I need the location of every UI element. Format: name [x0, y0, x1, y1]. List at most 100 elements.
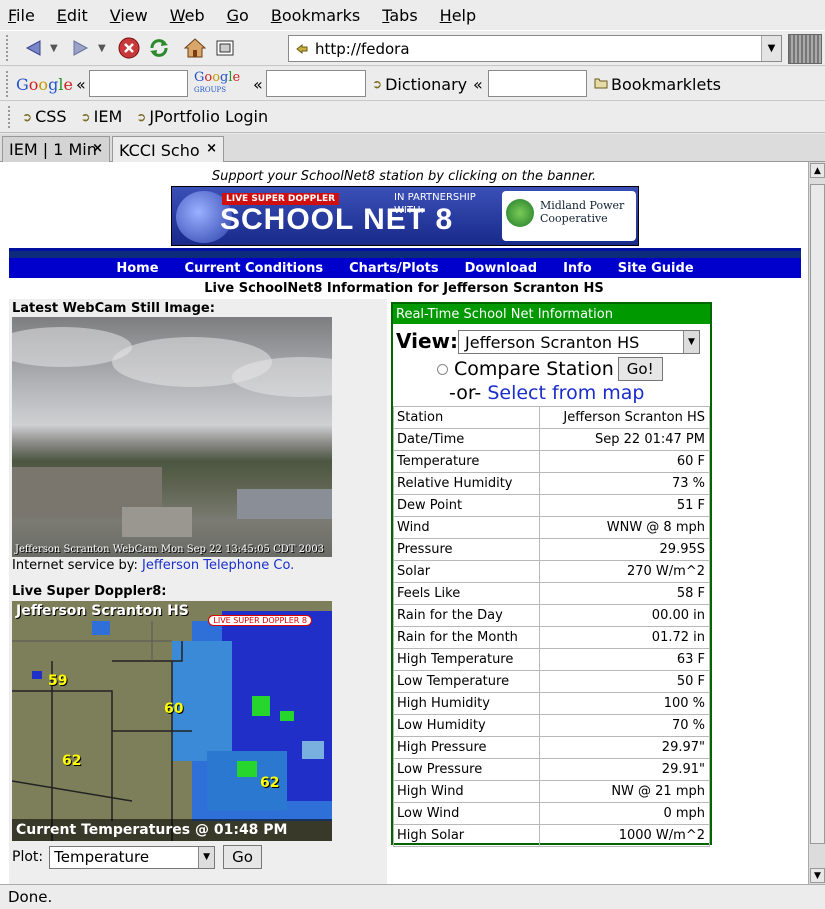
back-button[interactable]	[20, 35, 46, 61]
bookmark-jportfolio-login[interactable]: ➲ JPortfolio Login	[136, 107, 268, 126]
dictionary-input[interactable]	[488, 70, 587, 97]
radar-map-graphic	[12, 611, 332, 841]
observation-label: Dew Point	[393, 494, 540, 517]
menu-tabs[interactable]: Tabs	[382, 6, 417, 25]
toolbar-grip[interactable]	[8, 105, 14, 128]
observation-label: Wind	[393, 516, 540, 539]
observation-value: 60 F	[538, 450, 711, 473]
menu-web[interactable]: Web	[170, 6, 205, 25]
forward-arrow-icon	[73, 40, 89, 56]
observation-value: 50 F	[538, 670, 711, 693]
home-icon	[184, 38, 206, 58]
url-bar[interactable]: http://fedora ▼	[288, 35, 782, 62]
reload-button[interactable]	[146, 35, 172, 61]
nav-site-guide[interactable]: Site Guide	[618, 261, 694, 276]
compare-go-button[interactable]: Go!	[617, 357, 663, 381]
banner-partnership: IN PARTNERSHIP WITH:	[394, 192, 476, 216]
table-row: Dew Point 51 F	[393, 494, 711, 517]
vertical-scrollbar[interactable]: ▲ ▼	[808, 162, 825, 884]
observation-value: 1000 W/m^2	[538, 824, 711, 847]
observation-value: 51 F	[538, 494, 711, 517]
close-tab-icon[interactable]: ×	[206, 141, 217, 156]
toolbar-grip[interactable]	[6, 35, 12, 61]
radar-temp-label: 62	[62, 753, 82, 769]
tab-iem[interactable]: IEM | 1 Min ×	[2, 136, 110, 162]
folder-icon	[594, 77, 608, 92]
chevron-down-icon: ▼	[683, 331, 699, 353]
observation-value: 63 F	[538, 648, 711, 671]
fullscreen-button[interactable]	[212, 35, 238, 61]
observation-value: 100 %	[538, 692, 711, 715]
compare-radio[interactable]	[437, 363, 448, 375]
forward-button[interactable]	[68, 35, 94, 61]
observation-value: 29.91"	[538, 758, 711, 781]
plot-select[interactable]: Temperature ▼	[49, 845, 216, 869]
webcam-caption: Jefferson Scranton WebCam Mon Sep 22 13:…	[15, 544, 325, 555]
isp-link[interactable]: Jefferson Telephone Co.	[142, 558, 294, 573]
menu-file[interactable]: File	[8, 6, 35, 25]
bookmark-iem[interactable]: ➲ IEM	[81, 107, 123, 126]
menu-view[interactable]: View	[110, 6, 148, 25]
url-history-dropdown[interactable]: ▼	[761, 36, 781, 61]
back-history-dropdown[interactable]: ▼	[50, 43, 62, 54]
realtime-panel: Real-Time School Net Information View: J…	[391, 302, 712, 847]
scroll-up-icon[interactable]: ▲	[810, 163, 825, 178]
observations-table: Station Jefferson Scranton HS Date/Time Sep…	[393, 406, 711, 847]
plot-select-value: Temperature	[54, 848, 150, 866]
table-row: Pressure 29.95S	[393, 538, 711, 561]
close-tab-icon[interactable]: ×	[92, 141, 103, 156]
back-arrow-icon	[25, 40, 41, 56]
nav-current-conditions[interactable]: Current Conditions	[185, 261, 324, 276]
schoolnet8-banner[interactable]: LIVE SUPER DOPPLER SCHOOL NET 8 IN PARTN…	[171, 186, 639, 246]
tab-kcci[interactable]: KCCI Scho ×	[112, 136, 224, 163]
observation-value: 0 mph	[538, 802, 711, 825]
menu-edit[interactable]: Edit	[57, 6, 88, 25]
observation-label: High Humidity	[393, 692, 540, 715]
bookmarklet-icon: ➲	[80, 109, 91, 124]
table-row: Relative Humidity 73 %	[393, 472, 711, 495]
compare-row: Compare Station Go!	[437, 357, 663, 381]
menu-help[interactable]: Help	[440, 6, 476, 25]
nav-rule	[9, 248, 801, 258]
nav-info[interactable]: Info	[563, 261, 592, 276]
site-nav: Home Current Conditions Charts/Plots Dow…	[9, 258, 801, 278]
scroll-down-icon[interactable]: ▼	[810, 868, 825, 883]
page-viewport: Support your SchoolNet8 station by click…	[0, 162, 808, 884]
url-text: http://fedora	[315, 39, 410, 58]
stop-button[interactable]	[116, 35, 142, 61]
observation-value: WNW @ 8 mph	[538, 516, 711, 539]
groups-search-input[interactable]	[266, 70, 366, 97]
nav-charts-plots[interactable]: Charts/Plots	[349, 261, 439, 276]
nav-download[interactable]: Download	[465, 261, 537, 276]
home-button[interactable]	[182, 35, 208, 61]
station-select[interactable]: Jefferson Scranton HS ▼	[458, 330, 700, 354]
observation-label: High Solar	[393, 824, 540, 847]
plot-go-button[interactable]: Go	[223, 845, 262, 869]
bookmarklets-folder[interactable]: Bookmarklets	[594, 67, 721, 101]
activity-throbber	[788, 34, 822, 64]
dictionary-button[interactable]: ➲ Dictionary	[372, 67, 467, 101]
google-search-input[interactable]	[89, 70, 188, 97]
table-row: High Wind NW @ 21 mph	[393, 780, 711, 803]
forward-history-dropdown[interactable]: ▼	[98, 43, 110, 54]
google-groups-logo[interactable]: Google GROUPS	[194, 67, 240, 101]
bookmarks-toolbar: ➲ CSS ➲ IEM ➲ JPortfolio Login	[0, 101, 825, 133]
chevron-left-icon: «	[76, 74, 86, 94]
scrollbar-thumb[interactable]	[810, 184, 825, 844]
radar-temp-label: 60	[164, 701, 184, 717]
page-icon	[295, 42, 309, 60]
webcam-heading: Latest WebCam Still Image:	[12, 301, 215, 316]
google-logo[interactable]: Google	[16, 67, 73, 101]
menu-bar: File Edit View Web Go Bookmarks Tabs Hel…	[0, 0, 825, 30]
observation-label: Solar	[393, 560, 540, 583]
bookmark-css[interactable]: ➲ CSS	[22, 107, 67, 126]
table-row: Low Temperature 50 F	[393, 670, 711, 693]
nav-home[interactable]: Home	[116, 261, 158, 276]
toolbar-grip[interactable]	[6, 71, 12, 97]
menu-go[interactable]: Go	[227, 6, 249, 25]
menu-bookmarks[interactable]: Bookmarks	[271, 6, 360, 25]
select-from-map-link[interactable]: Select from map	[487, 382, 644, 404]
table-row: Temperature 60 F	[393, 450, 711, 473]
table-row: Low Wind 0 mph	[393, 802, 711, 825]
chevron-down-icon: ▼	[198, 846, 215, 868]
